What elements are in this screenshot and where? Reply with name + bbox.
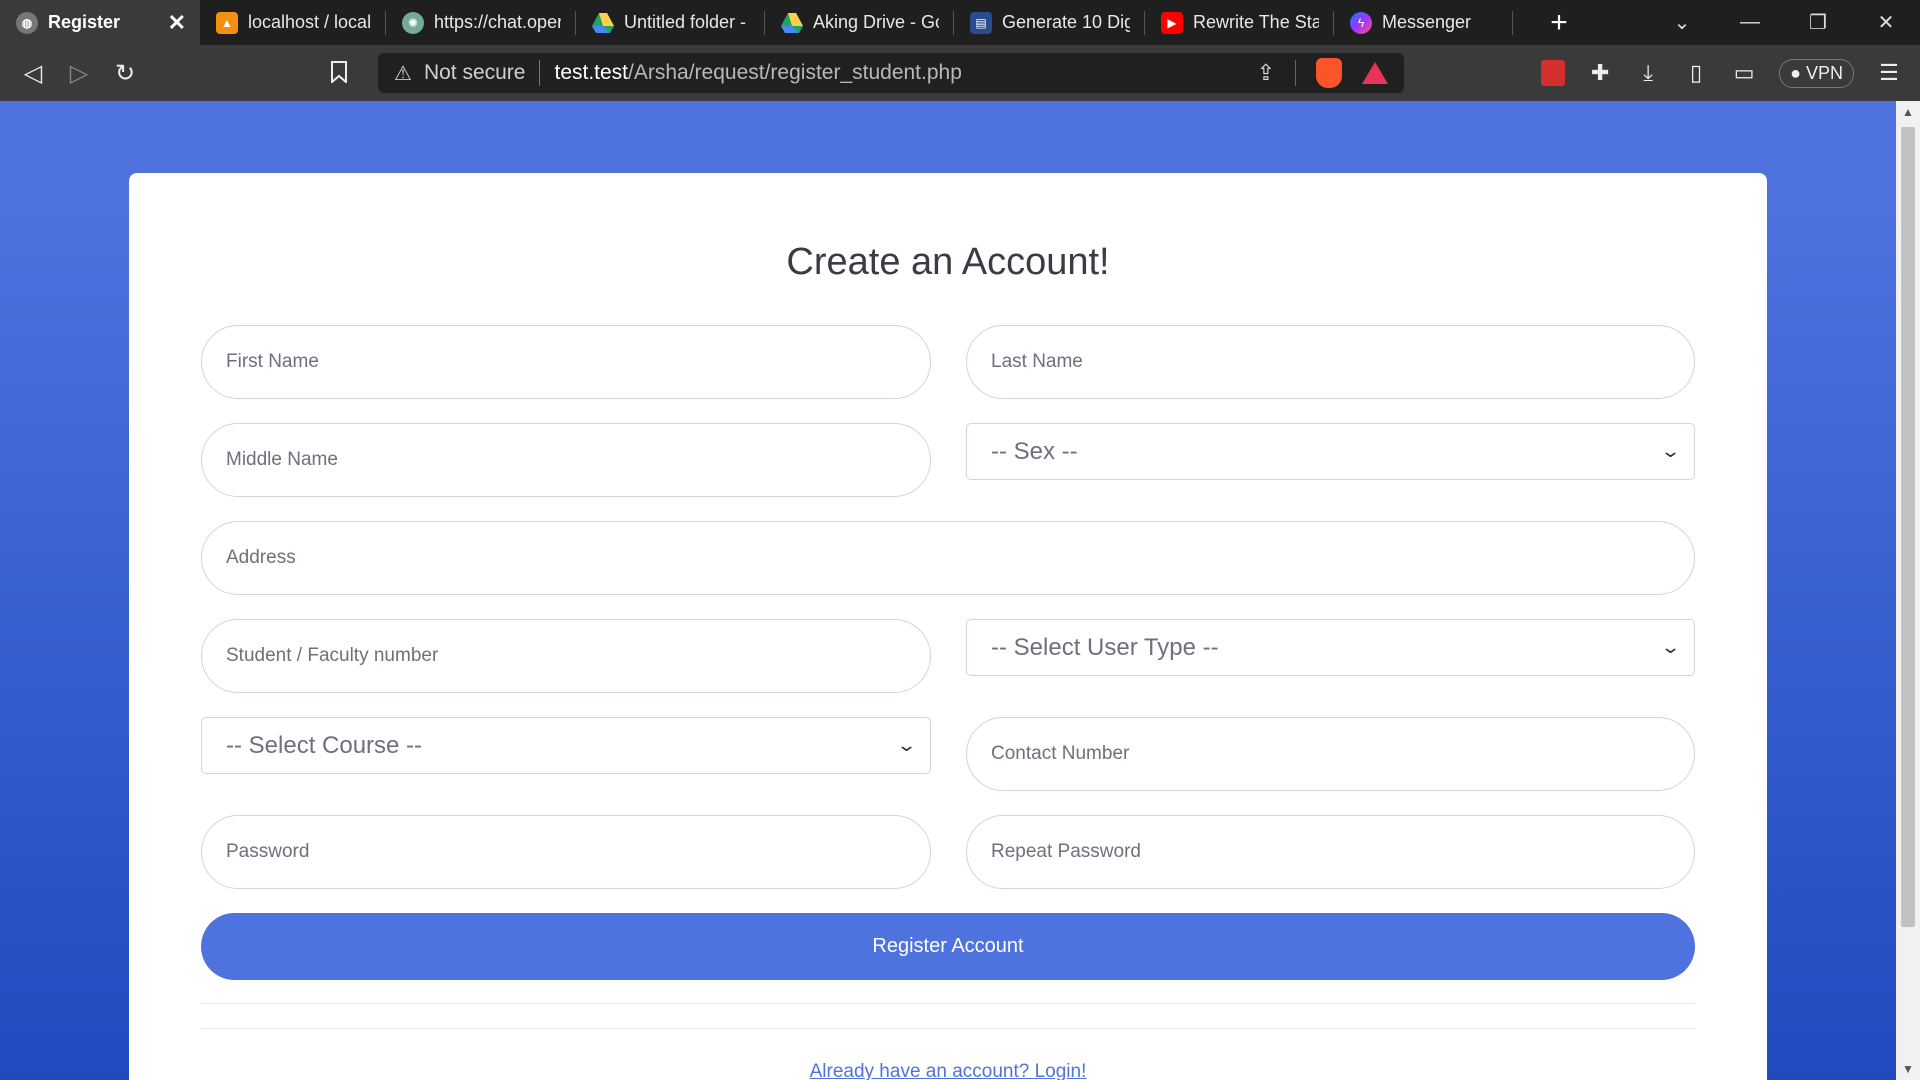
tab-title: Generate 10 Digi: [1002, 12, 1130, 32]
close-icon[interactable]: ✕: [168, 10, 186, 36]
sex-select[interactable]: -- Sex -- ⌄: [966, 423, 1695, 480]
tab-title: Aking Drive - Go: [813, 12, 939, 32]
warning-icon[interactable]: ⚠: [394, 61, 412, 86]
close-window-icon[interactable]: ✕: [1852, 0, 1920, 45]
user-type-select[interactable]: -- Select User Type -- ⌄: [966, 619, 1695, 676]
chevron-down-icon: ⌄: [1659, 637, 1682, 657]
tab-untitled-folder[interactable]: Untitled folder - (: [576, 0, 764, 45]
sex-select-value: -- Sex --: [991, 437, 1078, 465]
restore-icon[interactable]: ❐: [1784, 0, 1852, 45]
phpmyadmin-icon: ▲: [216, 11, 238, 34]
url-host: test.test: [554, 61, 629, 84]
tab-list-chevron-icon[interactable]: ⌄: [1648, 0, 1716, 45]
youtube-icon: ▶: [1161, 11, 1183, 34]
security-label[interactable]: Not secure: [424, 61, 526, 85]
globe-icon: ◍: [16, 11, 38, 34]
divider: [201, 1003, 1695, 1004]
tab-register[interactable]: ◍ Register ✕: [0, 0, 200, 45]
google-drive-icon: [592, 12, 614, 34]
password-input[interactable]: Password: [201, 815, 931, 889]
scroll-up-arrow-icon[interactable]: ▲: [1896, 105, 1920, 119]
tab-phpmyadmin[interactable]: ▲ localhost / localh: [200, 0, 385, 45]
course-select[interactable]: -- Select Course -- ⌄: [201, 717, 931, 774]
chevron-down-icon: ⌄: [895, 735, 918, 755]
tab-title: Rewrite The Stars: [1193, 12, 1319, 32]
chevron-down-icon: ⌄: [1659, 441, 1682, 461]
tab-title: Messenger: [1382, 12, 1472, 32]
vpn-label: VPN: [1805, 62, 1843, 83]
browser-tab-bar: ◍ Register ✕ ▲ localhost / localh ✺ http…: [0, 0, 1920, 45]
google-drive-icon: [781, 12, 803, 34]
tab-title: localhost / localh: [248, 12, 371, 32]
page-title: Create an Account!: [786, 241, 1110, 283]
forward-icon[interactable]: ▷: [56, 59, 102, 88]
address-bar[interactable]: ⚠ Not secure test.test/Arsha/request/reg…: [378, 53, 1404, 93]
tab-messenger[interactable]: ϟ Messenger: [1334, 0, 1512, 45]
vpn-button[interactable]: ● VPN: [1779, 58, 1854, 88]
register-account-button[interactable]: Register Account: [201, 913, 1695, 980]
reload-icon[interactable]: ↻: [102, 59, 148, 88]
scrollbar-thumb[interactable]: [1901, 127, 1915, 927]
middle-name-input[interactable]: Middle Name: [201, 423, 931, 497]
new-tab-button[interactable]: +: [1539, 6, 1579, 40]
contact-number-input[interactable]: Contact Number: [966, 717, 1695, 791]
last-name-input[interactable]: Last Name: [966, 325, 1695, 399]
login-link[interactable]: Already have an account? Login!: [129, 1061, 1767, 1080]
course-select-value: -- Select Course --: [226, 731, 423, 759]
tab-title: https://chat.oper: [434, 12, 561, 32]
scroll-down-arrow-icon[interactable]: ▼: [1896, 1062, 1920, 1076]
tab-aking-drive[interactable]: Aking Drive - Go: [765, 0, 953, 45]
extensions-icon[interactable]: ✚: [1587, 60, 1613, 86]
extensions-area: ✚ ⤓ ▯ ▭ ● VPN ☰: [1541, 45, 1920, 101]
messenger-icon: ϟ: [1350, 11, 1372, 34]
bookmark-icon[interactable]: [330, 61, 348, 89]
address-input[interactable]: Address: [201, 521, 1695, 595]
menu-icon[interactable]: ☰: [1876, 60, 1902, 86]
site-icon: ▤: [970, 11, 992, 34]
tab-generate-digits[interactable]: ▤ Generate 10 Digi: [954, 0, 1144, 45]
tab-chatgpt[interactable]: ✺ https://chat.oper: [386, 0, 575, 45]
scrollbar[interactable]: ▲ ▼: [1896, 101, 1920, 1080]
openai-icon: ✺: [402, 11, 424, 34]
download-icon[interactable]: ⤓: [1635, 60, 1661, 86]
window-controls: ⌄ — ❐ ✕: [1648, 0, 1920, 45]
tab-title: Register: [48, 12, 121, 32]
tab-youtube[interactable]: ▶ Rewrite The Stars: [1145, 0, 1333, 45]
brave-rewards-icon[interactable]: [1362, 62, 1388, 84]
register-card: Create an Account! First Name Last Name …: [129, 173, 1767, 1080]
url-path: /Arsha/request/register_student.php: [628, 61, 962, 84]
divider: [201, 1028, 1695, 1029]
minimize-icon[interactable]: —: [1716, 0, 1784, 45]
repeat-password-input[interactable]: Repeat Password: [966, 815, 1695, 889]
share-icon[interactable]: ⇪: [1257, 60, 1275, 86]
tab-title: Untitled folder - (: [624, 12, 750, 32]
page-background: Create an Account! First Name Last Name …: [0, 101, 1920, 1080]
brave-shields-icon[interactable]: [1316, 58, 1342, 88]
user-type-select-value: -- Select User Type --: [991, 633, 1219, 661]
first-name-input[interactable]: First Name: [201, 325, 931, 399]
browser-toolbar: ◁ ▷ ↻ ⚠ Not secure test.test/Arsha/reque…: [0, 45, 1920, 101]
id-number-input[interactable]: Student / Faculty number: [201, 619, 931, 693]
back-icon[interactable]: ◁: [10, 59, 56, 88]
wallet-icon[interactable]: ▭: [1731, 60, 1757, 86]
sidebar-icon[interactable]: ▯: [1683, 60, 1709, 86]
acrobat-extension-icon[interactable]: [1541, 60, 1566, 86]
